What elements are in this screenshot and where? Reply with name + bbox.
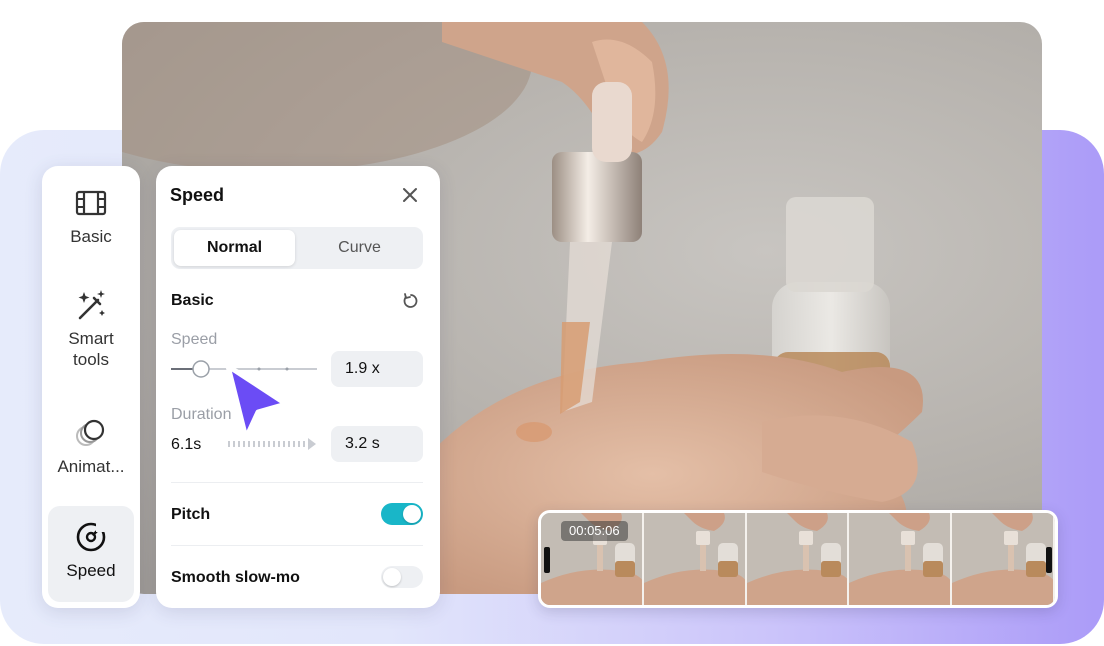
speed-mode-tabs: Normal Curve <box>171 227 423 269</box>
reset-icon[interactable] <box>402 292 420 310</box>
sidebar-item-label: Animat... <box>57 457 125 476</box>
sidebar-item-label: Basic <box>70 227 112 246</box>
speed-value-input[interactable]: 1.9 x <box>331 351 423 387</box>
stage: Basic Smart tools Animat... Speed Speed … <box>0 0 1104 646</box>
speedometer-icon <box>76 522 108 552</box>
toggle-knob <box>403 505 421 523</box>
trim-handle-left[interactable] <box>544 547 550 573</box>
timeline-frame <box>746 513 850 605</box>
tab-normal[interactable]: Normal <box>174 230 295 266</box>
timecode-badge: 00:05:06 <box>561 521 628 541</box>
divider <box>171 482 423 483</box>
pitch-toggle[interactable] <box>381 503 423 525</box>
duration-value-input[interactable]: 3.2 s <box>331 426 423 462</box>
close-icon[interactable] <box>400 185 420 205</box>
smooth-slowmo-label: Smooth slow-mo <box>171 569 300 586</box>
sidebar-item-animation[interactable]: Animat... <box>48 416 134 486</box>
sidebar-item-label: Speed <box>66 561 116 580</box>
animation-circles-icon <box>76 419 105 446</box>
speed-panel: Speed Normal Curve Basic Speed 1.9 x Dur… <box>156 166 440 608</box>
panel-title: Speed <box>170 185 225 205</box>
timeline-frame <box>952 513 1055 605</box>
pitch-label: Pitch <box>171 506 211 523</box>
tab-curve[interactable]: Curve <box>299 230 420 266</box>
smooth-slowmo-toggle[interactable] <box>381 566 423 588</box>
timeline-frame <box>849 513 953 605</box>
sidebar-item-smart-tools[interactable]: Smart tools <box>48 288 134 378</box>
sidebar-item-speed[interactable]: Speed <box>48 506 134 602</box>
trim-handle-right[interactable] <box>1046 547 1052 573</box>
pointer-cursor-icon <box>225 363 289 441</box>
film-icon <box>75 190 107 216</box>
timeline-clip[interactable]: 00:05:06 <box>538 510 1058 608</box>
sidebar-item-basic[interactable]: Basic <box>48 186 134 256</box>
toggle-knob <box>383 568 401 586</box>
original-duration: 6.1s <box>171 436 202 453</box>
tool-sidebar: Basic Smart tools Animat... Speed <box>42 166 140 608</box>
basic-section-label: Basic <box>171 292 214 309</box>
magic-wand-icon <box>78 290 105 320</box>
speed-label: Speed <box>171 331 218 348</box>
timeline-frame <box>643 513 747 605</box>
divider <box>171 545 423 546</box>
sidebar-item-label: Smart tools <box>68 329 114 369</box>
